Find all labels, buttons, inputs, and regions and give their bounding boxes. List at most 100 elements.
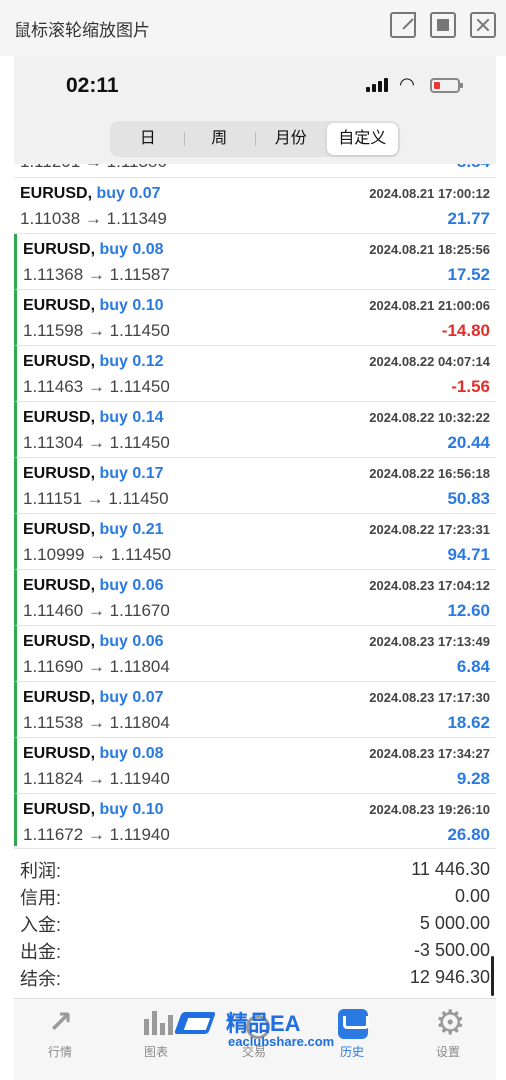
nav-quotes[interactable]: 行情: [20, 999, 100, 1080]
trade-symbol-text: EURUSD,: [23, 353, 96, 370]
trade-side: buy 0.06: [99, 577, 164, 594]
trade-time: 2024.08.22 04:07:14: [369, 354, 490, 369]
summary-value: 12 946.30: [409, 967, 490, 987]
trade-prices: 1.11368 → 1.11587: [23, 265, 170, 284]
quotes-icon: [46, 1005, 76, 1040]
trade-side: buy 0.14: [99, 409, 164, 426]
trade-time: 2024.08.23 17:17:30: [369, 690, 490, 705]
summary-value: 0.00: [454, 886, 490, 906]
trade-symbol: EURUSD, buy 0.08: [23, 745, 164, 763]
trade-profit: 8.84: [457, 164, 490, 172]
nav-label: 设置: [435, 1045, 460, 1059]
trade-profit: 12.60: [447, 601, 490, 620]
trade-prices: 1.10999 → 1.11450: [23, 545, 172, 564]
trade-row[interactable]: EURUSD, buy 0.10 2024.08.21 21:00:06 1.115…: [14, 290, 496, 346]
trade-side: buy 0.10: [99, 297, 164, 314]
image-viewer-bar: 鼠标滚轮缩放图片: [0, 0, 506, 56]
summary-row-credit: 信用: 0.00: [14, 884, 496, 910]
tab-day[interactable]: 日: [112, 123, 184, 155]
wifi-icon: ◠: [400, 74, 414, 94]
trade-row[interactable]: EURUSD, buy 0.07 2024.08.23 17:17:30 1.115…: [14, 682, 496, 738]
summary-label: 信用:: [20, 888, 62, 908]
trade-symbol-text: EURUSD,: [23, 409, 96, 426]
trade-time: 2024.08.23 19:26:10: [369, 802, 490, 817]
trade-prices: 1.11460 → 1.11670: [23, 601, 170, 620]
viewer-controls: [390, 12, 496, 38]
trade-symbol: EURUSD, buy 0.10: [23, 297, 164, 315]
trade-symbol-text: EURUSD,: [23, 577, 96, 594]
summary-value: 11 446.30: [411, 859, 490, 879]
trade-row[interactable]: EURUSD, buy 0.08 2024.08.23 17:34:27 1.118…: [14, 738, 496, 794]
trade-symbol-text: EURUSD,: [23, 297, 96, 314]
watermark: 精品EA eaclubshare.com: [174, 1004, 354, 1052]
trade-prices: 1.11463 → 1.11450: [23, 377, 170, 396]
period-segmented-control: 日 周 月份 自定义: [110, 121, 400, 157]
summary-label: 结余:: [20, 969, 62, 989]
scrollbar[interactable]: [491, 956, 494, 996]
trade-side: buy 0.08: [99, 241, 164, 258]
status-time: 02:11: [66, 74, 119, 97]
trade-time: 2024.08.21 21:00:06: [369, 298, 490, 313]
trade-row[interactable]: EURUSD, buy 0.06 2024.08.23 17:13:49 1.116…: [14, 626, 496, 682]
trade-symbol-text: EURUSD,: [23, 633, 96, 650]
trade-prices: 1.11598 → 1.11450: [23, 321, 170, 340]
trade-prices: 1.11038 → 1.11349: [20, 209, 167, 228]
trade-profit: 9.28: [456, 769, 490, 788]
external-link-icon[interactable]: [390, 12, 416, 38]
trade-side: buy 0.12: [99, 353, 164, 370]
trade-symbol: EURUSD, buy 0.07: [23, 689, 164, 707]
close-icon[interactable]: [470, 12, 496, 38]
fit-screen-icon[interactable]: [430, 12, 456, 38]
trade-side: buy 0.21: [99, 521, 164, 538]
trade-time: 2024.08.22 10:32:22: [369, 410, 490, 425]
trade-side: buy 0.17: [99, 465, 164, 482]
trade-symbol-text: EURUSD,: [23, 689, 96, 706]
trade-time: 2024.08.22 17:23:31: [369, 522, 490, 537]
signal-icon: [366, 78, 388, 92]
trade-prices: 1.11824 → 1.11940: [23, 769, 170, 788]
account-summary: 利润: 11 446.30 信用: 0.00 入金: 5 000.00 出金: …: [14, 848, 496, 996]
summary-row-deposit: 入金: 5 000.00: [14, 911, 496, 937]
chart-icon: [142, 1009, 173, 1039]
trade-profit: 94.71: [447, 545, 490, 564]
trade-prices: 1.11304 → 1.11450: [23, 433, 170, 452]
trade-side: buy 0.08: [99, 745, 164, 762]
trade-row[interactable]: EURUSD, buy 0.14 2024.08.22 10:32:22 1.113…: [14, 402, 496, 458]
trade-prices: 1.11672 → 1.11940: [23, 825, 170, 844]
trade-prices: 1.11201 → 1.11386: [20, 164, 167, 172]
nav-settings[interactable]: 设置: [408, 999, 488, 1080]
trade-time: 2024.08.23 17:34:27: [369, 746, 490, 761]
trade-symbol-text: EURUSD,: [20, 185, 93, 202]
trade-symbol: EURUSD, buy 0.08: [23, 241, 164, 259]
trade-history-list[interactable]: 1.11201 → 1.11386 8.84 EURUSD, buy 0.07 2…: [14, 164, 496, 846]
trade-profit: 6.84: [456, 657, 490, 676]
tab-custom[interactable]: 自定义: [326, 123, 398, 155]
trade-prices: 1.11151 → 1.11450: [23, 489, 169, 508]
trade-row[interactable]: EURUSD, buy 0.12 2024.08.22 04:07:14 1.114…: [14, 346, 496, 402]
trade-time: 2024.08.21 18:25:56: [369, 242, 490, 257]
trade-row[interactable]: EURUSD, buy 0.08 2024.08.21 18:25:56 1.113…: [14, 234, 496, 290]
trade-symbol: EURUSD, buy 0.17: [23, 465, 164, 483]
battery-icon: [430, 78, 463, 93]
trade-profit: 21.77: [447, 209, 490, 228]
settings-icon: [434, 1003, 465, 1043]
summary-row-balance: 结余: 12 946.30: [14, 965, 496, 991]
summary-value: 5 000.00: [419, 913, 490, 933]
trade-side: buy 0.07: [96, 185, 161, 202]
trade-row[interactable]: EURUSD, buy 0.17 2024.08.22 16:56:18 1.111…: [14, 458, 496, 514]
trade-profit: -1.56: [451, 377, 490, 396]
trade-row[interactable]: EURUSD, buy 0.21 2024.08.22 17:23:31 1.109…: [14, 514, 496, 570]
trade-time: 2024.08.21 17:00:12: [369, 186, 490, 201]
tab-week[interactable]: 周: [183, 123, 256, 155]
trade-symbol: EURUSD, buy 0.12: [23, 353, 164, 371]
summary-row-withdrawal: 出金: -3 500.00: [14, 938, 496, 964]
trade-symbol-text: EURUSD,: [23, 465, 96, 482]
trade-row[interactable]: EURUSD, buy 0.10 2024.08.23 19:26:10 1.116…: [14, 794, 496, 846]
tab-month[interactable]: 月份: [255, 123, 327, 155]
trade-symbol: EURUSD, buy 0.21: [23, 521, 164, 539]
trade-profit: -14.80: [441, 321, 490, 340]
nav-label: 行情: [47, 1045, 72, 1059]
viewer-title: 鼠标滚轮缩放图片: [14, 21, 150, 40]
trade-row[interactable]: EURUSD, buy 0.06 2024.08.23 17:04:12 1.114…: [14, 570, 496, 626]
trade-row[interactable]: EURUSD, buy 0.07 2024.08.21 17:00:12 1.110…: [14, 178, 496, 234]
